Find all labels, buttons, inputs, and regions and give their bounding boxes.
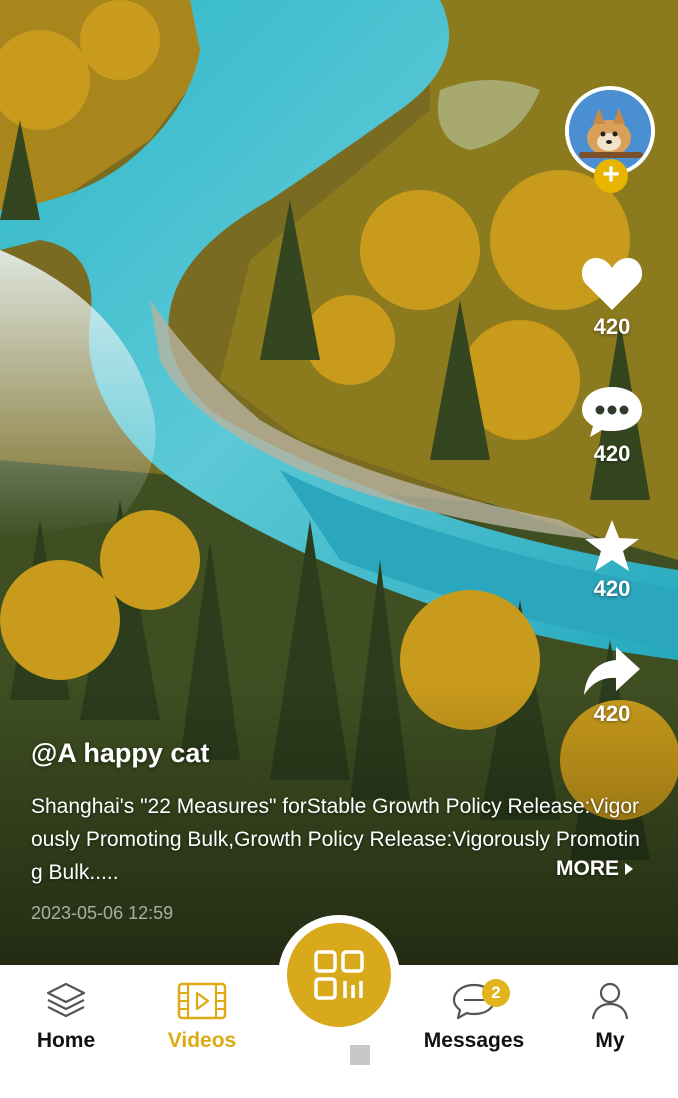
video-icon <box>177 982 227 1020</box>
more-button[interactable]: MORE <box>556 857 633 881</box>
comment-icon <box>582 387 642 437</box>
home-indicator <box>350 1045 370 1065</box>
layers-icon <box>46 982 86 1018</box>
heart-icon <box>581 258 643 310</box>
star-icon <box>585 520 639 571</box>
tab-messages-label: Messages <box>423 1029 525 1052</box>
tab-home[interactable]: Home <box>6 981 126 1053</box>
like-count: 420 <box>593 314 631 339</box>
tab-my[interactable]: My <box>550 981 670 1053</box>
play-arrow-icon <box>625 863 633 876</box>
center-scan-button[interactable] <box>287 923 391 1027</box>
share-count: 420 <box>593 701 631 726</box>
comment-action[interactable]: 420 <box>578 385 646 467</box>
post-description: Shanghai's "22 Measures" forStable Growt… <box>31 795 640 884</box>
person-icon <box>591 982 629 1020</box>
post-timestamp: 2023-05-06 12:59 <box>31 903 174 923</box>
messages-badge: 2 <box>482 979 510 1007</box>
favorite-action[interactable]: 420 <box>578 518 646 602</box>
favorite-count: 420 <box>593 576 631 601</box>
more-label: MORE <box>556 857 619 880</box>
comment-count: 420 <box>593 441 631 466</box>
scan-icon <box>314 950 364 1000</box>
tab-my-label: My <box>595 1029 625 1052</box>
follow-plus-icon[interactable]: + <box>594 159 628 193</box>
tab-videos[interactable]: Videos <box>142 981 262 1053</box>
author-name[interactable]: @A happy cat <box>31 738 209 769</box>
like-action[interactable]: 420 <box>578 254 646 340</box>
share-arrow-icon <box>584 647 640 695</box>
tab-videos-label: Videos <box>167 1029 237 1052</box>
tab-home-label: Home <box>36 1029 96 1052</box>
tab-messages[interactable]: Messages <box>414 981 534 1053</box>
share-action[interactable]: 420 <box>578 643 646 727</box>
